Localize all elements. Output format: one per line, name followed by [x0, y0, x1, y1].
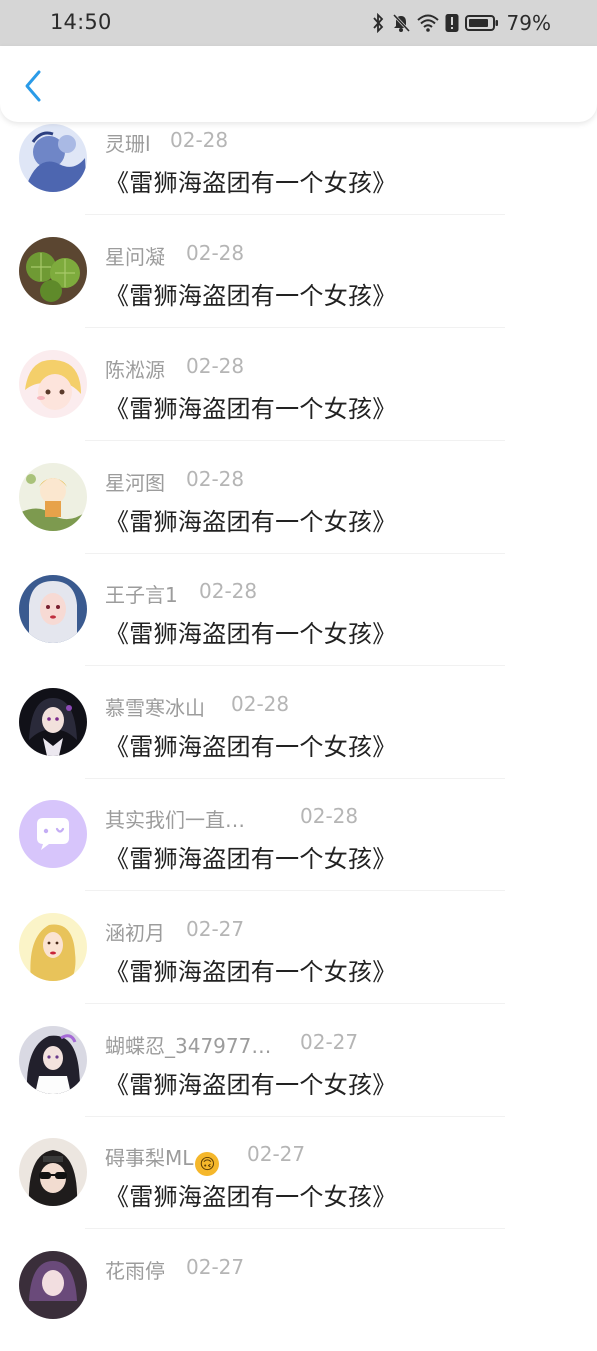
list-item[interactable]: 蝴蝶忍_347977… 02-27 《雷狮海盗团有一个女孩》	[0, 1014, 597, 1126]
status-time: 14:50	[50, 10, 112, 34]
article-title: 《雷狮海盗团有一个女孩》	[105, 395, 397, 423]
battery-percent: 79%	[506, 11, 551, 35]
date: 02-27	[186, 1255, 245, 1279]
article-title: 《雷狮海盗团有一个女孩》	[105, 282, 397, 310]
avatar[interactable]	[19, 1026, 87, 1094]
date: 02-28	[186, 467, 245, 491]
divider	[85, 890, 505, 891]
divider	[85, 778, 505, 779]
user-name: 慕雪寒冰山	[105, 696, 205, 720]
user-name: 星问凝	[105, 245, 165, 269]
upside-down-face-emoji: 🙃	[195, 1152, 220, 1176]
user-name: 星河图	[105, 471, 165, 495]
avatar[interactable]	[19, 1138, 87, 1206]
avatar[interactable]	[19, 237, 87, 305]
article-title: 《雷狮海盗团有一个女孩》	[105, 169, 397, 197]
wifi-icon	[416, 14, 439, 32]
user-name: 涵初月	[105, 921, 165, 945]
date: 02-28	[231, 692, 290, 716]
date: 02-28	[186, 354, 245, 378]
avatar[interactable]	[19, 800, 87, 868]
date: 02-28	[300, 804, 359, 828]
user-name: 碍事梨ML 🙃	[105, 1142, 220, 1176]
divider	[85, 1228, 505, 1229]
list-item[interactable]: 慕雪寒冰山 02-28 《雷狮海盗团有一个女孩》	[0, 676, 597, 788]
list-item[interactable]: 碍事梨ML 🙃 02-27 《雷狮海盗团有一个女孩》	[0, 1126, 597, 1238]
list-item[interactable]: 花雨停 02-27	[0, 1239, 597, 1351]
user-name: 其实我们一直…	[105, 808, 245, 832]
user-name: 陈淞源	[105, 358, 165, 382]
user-name: 蝴蝶忍_347977…	[105, 1034, 272, 1058]
date: 02-28	[199, 579, 258, 603]
mute-bell-icon	[391, 13, 411, 33]
alert-icon	[445, 13, 459, 33]
avatar[interactable]	[19, 575, 87, 643]
list-item[interactable]: 其实我们一直… 02-28 《雷狮海盗团有一个女孩》	[0, 788, 597, 900]
article-title: 《雷狮海盗团有一个女孩》	[105, 733, 397, 761]
bluetooth-icon	[371, 13, 385, 33]
date: 02-27	[186, 917, 245, 941]
date: 02-27	[300, 1030, 359, 1054]
avatar[interactable]	[19, 688, 87, 756]
divider	[85, 1116, 505, 1117]
article-title: 《雷狮海盗团有一个女孩》	[105, 958, 397, 986]
list-item[interactable]: 灵珊l 02-28 《雷狮海盗团有一个女孩》	[0, 112, 597, 224]
list-item[interactable]: 星问凝 02-28 《雷狮海盗团有一个女孩》	[0, 225, 597, 337]
divider	[85, 1003, 505, 1004]
user-name-text: 碍事梨ML	[105, 1146, 194, 1170]
divider	[85, 553, 505, 554]
top-nav-bar	[0, 46, 597, 122]
avatar[interactable]	[19, 350, 87, 418]
divider	[85, 214, 505, 215]
back-button[interactable]	[16, 68, 50, 108]
avatar[interactable]	[19, 1251, 87, 1319]
status-bar: 14:50 79%	[0, 0, 597, 46]
status-icons: 79%	[371, 11, 551, 35]
date: 02-28	[170, 128, 229, 152]
list-item[interactable]: 涵初月 02-27 《雷狮海盗团有一个女孩》	[0, 901, 597, 1013]
divider	[85, 440, 505, 441]
article-title: 《雷狮海盗团有一个女孩》	[105, 1071, 397, 1099]
chevron-left-icon	[23, 69, 43, 107]
article-title: 《雷狮海盗团有一个女孩》	[105, 620, 397, 648]
divider	[85, 327, 505, 328]
list-item[interactable]: 王子言1 02-28 《雷狮海盗团有一个女孩》	[0, 563, 597, 675]
avatar[interactable]	[19, 463, 87, 531]
list-item[interactable]: 陈淞源 02-28 《雷狮海盗团有一个女孩》	[0, 338, 597, 450]
list-item[interactable]: 星河图 02-28 《雷狮海盗团有一个女孩》	[0, 451, 597, 563]
date: 02-28	[186, 241, 245, 265]
article-title: 《雷狮海盗团有一个女孩》	[105, 845, 397, 873]
article-title: 《雷狮海盗团有一个女孩》	[105, 1183, 397, 1211]
user-name: 灵珊l	[105, 132, 151, 156]
avatar[interactable]	[19, 124, 87, 192]
battery-icon	[464, 13, 499, 33]
date: 02-27	[247, 1142, 306, 1166]
user-name: 王子言1	[105, 583, 178, 607]
article-title: 《雷狮海盗团有一个女孩》	[105, 508, 397, 536]
avatar[interactable]	[19, 913, 87, 981]
divider	[85, 665, 505, 666]
